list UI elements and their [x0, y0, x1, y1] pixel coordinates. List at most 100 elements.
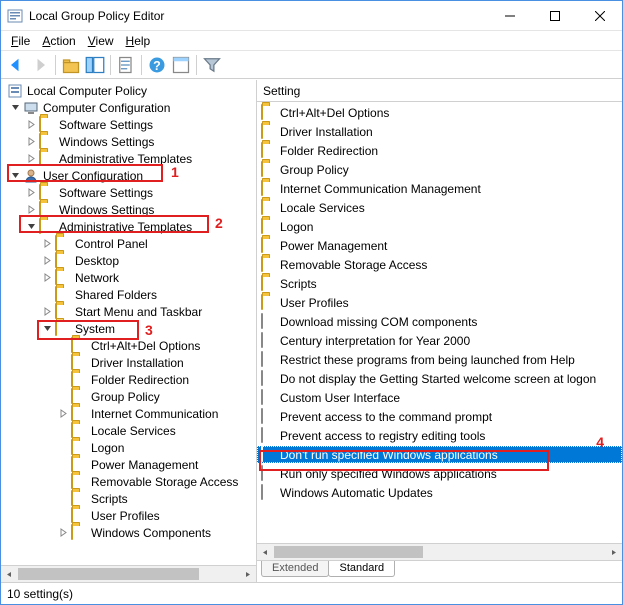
- list-item[interactable]: Custom User Interface: [257, 389, 622, 406]
- chevron-right-icon[interactable]: [41, 272, 53, 284]
- policy-setting-icon: [261, 466, 277, 482]
- tree-sys-ctrlaltdel[interactable]: Ctrl+Alt+Del Options: [3, 337, 256, 354]
- minimize-button[interactable]: [487, 1, 532, 30]
- tree-sys-internet-comm[interactable]: Internet Communication: [3, 405, 256, 422]
- tree-system[interactable]: System: [3, 320, 256, 337]
- list-item[interactable]: Logon: [257, 218, 622, 235]
- list-item[interactable]: Century interpretation for Year 2000: [257, 332, 622, 349]
- scroll-track[interactable]: [274, 544, 605, 560]
- folder-icon: [261, 200, 277, 216]
- chevron-right-icon[interactable]: [25, 153, 37, 165]
- close-button[interactable]: [577, 1, 622, 30]
- chevron-down-icon[interactable]: [41, 323, 53, 335]
- export-list-button[interactable]: [115, 54, 137, 76]
- scroll-right-icon[interactable]: [239, 566, 256, 582]
- tree-control-panel[interactable]: Control Panel: [3, 235, 256, 252]
- list-item[interactable]: Prevent access to registry editing tools: [257, 427, 622, 444]
- tree-sys-user-profiles[interactable]: User Profiles: [3, 507, 256, 524]
- back-button[interactable]: [5, 54, 27, 76]
- list-item[interactable]: Download missing COM components: [257, 313, 622, 330]
- user-icon: [23, 168, 39, 184]
- list-item[interactable]: Internet Communication Management: [257, 180, 622, 197]
- chevron-down-icon[interactable]: [9, 170, 21, 182]
- scroll-left-icon[interactable]: [1, 566, 18, 582]
- list-item[interactable]: Power Management: [257, 237, 622, 254]
- scroll-thumb[interactable]: [18, 568, 199, 580]
- list-item[interactable]: Don't run specified Windows applications: [257, 446, 622, 463]
- chevron-down-icon[interactable]: [9, 102, 21, 114]
- list-item[interactable]: Locale Services: [257, 199, 622, 216]
- maximize-button[interactable]: [532, 1, 577, 30]
- chevron-right-icon[interactable]: [25, 187, 37, 199]
- tree-sys-group-policy[interactable]: Group Policy: [3, 388, 256, 405]
- tab-standard[interactable]: Standard: [328, 561, 395, 577]
- list-item[interactable]: Restrict these programs from being launc…: [257, 351, 622, 368]
- status-text: 10 setting(s): [7, 587, 73, 601]
- filter-button[interactable]: [201, 54, 223, 76]
- tree-horizontal-scrollbar[interactable]: [1, 565, 256, 582]
- chevron-right-icon[interactable]: [41, 238, 53, 250]
- chevron-right-icon[interactable]: [57, 408, 69, 420]
- scroll-right-icon[interactable]: [605, 544, 622, 560]
- list-item[interactable]: Do not display the Getting Started welco…: [257, 370, 622, 387]
- view-tabs: Extended Standard: [257, 560, 622, 582]
- column-header-setting: Setting: [263, 84, 300, 98]
- tree-shared-folders[interactable]: Shared Folders: [3, 286, 256, 303]
- tree-sys-folder-redir[interactable]: Folder Redirection: [3, 371, 256, 388]
- tree-label: Logon: [89, 441, 126, 455]
- settings-list[interactable]: Ctrl+Alt+Del Options Driver Installation F…: [257, 102, 622, 560]
- list-item[interactable]: Run only specified Windows applications: [257, 465, 622, 482]
- scroll-left-icon[interactable]: [257, 544, 274, 560]
- menu-view[interactable]: View: [82, 32, 120, 50]
- list-item[interactable]: Group Policy: [257, 161, 622, 178]
- help-button[interactable]: ?: [146, 54, 168, 76]
- scroll-thumb[interactable]: [274, 546, 423, 558]
- list-item[interactable]: User Profiles: [257, 294, 622, 311]
- navigation-tree[interactable]: Local Computer Policy Computer Configura…: [3, 82, 256, 582]
- show-hide-tree-button[interactable]: [84, 54, 106, 76]
- menu-file[interactable]: File: [5, 32, 36, 50]
- tree-start-menu[interactable]: Start Menu and Taskbar: [3, 303, 256, 320]
- folder-icon: [261, 162, 277, 178]
- chevron-down-icon[interactable]: [25, 221, 37, 233]
- scroll-track[interactable]: [18, 566, 239, 582]
- tree-sys-power[interactable]: Power Management: [3, 456, 256, 473]
- chevron-right-icon[interactable]: [25, 204, 37, 216]
- tab-extended[interactable]: Extended: [261, 561, 329, 577]
- up-button[interactable]: [60, 54, 82, 76]
- list-item[interactable]: Scripts: [257, 275, 622, 292]
- tree-sys-logon[interactable]: Logon: [3, 439, 256, 456]
- chevron-right-icon[interactable]: [57, 527, 69, 539]
- chevron-right-icon[interactable]: [25, 119, 37, 131]
- tree-root[interactable]: Local Computer Policy: [3, 82, 256, 99]
- tree-sys-driver[interactable]: Driver Installation: [3, 354, 256, 371]
- tree-label: Group Policy: [89, 390, 162, 404]
- menu-action[interactable]: Action: [36, 32, 81, 50]
- toolbar: ?: [1, 51, 622, 79]
- tree-sys-locale[interactable]: Locale Services: [3, 422, 256, 439]
- menu-help[interactable]: Help: [120, 32, 157, 50]
- tree-cc-admin[interactable]: Administrative Templates: [3, 150, 256, 167]
- tree-sys-scripts[interactable]: Scripts: [3, 490, 256, 507]
- chevron-right-icon[interactable]: [41, 255, 53, 267]
- tree-label: Folder Redirection: [89, 373, 191, 387]
- chevron-right-icon[interactable]: [25, 136, 37, 148]
- list-item-label: Prevent access to the command prompt: [280, 410, 492, 424]
- list-horizontal-scrollbar[interactable]: [257, 543, 622, 560]
- list-item[interactable]: Folder Redirection: [257, 142, 622, 159]
- properties-button[interactable]: [170, 54, 192, 76]
- forward-button[interactable]: [29, 54, 51, 76]
- chevron-right-icon[interactable]: [41, 306, 53, 318]
- tree-sys-removable[interactable]: Removable Storage Access: [3, 473, 256, 490]
- list-item[interactable]: Driver Installation: [257, 123, 622, 140]
- tree-desktop[interactable]: Desktop: [3, 252, 256, 269]
- status-bar: 10 setting(s): [1, 582, 622, 604]
- list-item[interactable]: Removable Storage Access: [257, 256, 622, 273]
- list-item[interactable]: Ctrl+Alt+Del Options: [257, 104, 622, 121]
- list-item[interactable]: Prevent access to the command prompt: [257, 408, 622, 425]
- policy-setting-icon: [261, 333, 277, 349]
- list-column-header[interactable]: Setting: [257, 80, 622, 102]
- list-item[interactable]: Windows Automatic Updates: [257, 484, 622, 501]
- tree-sys-windows-components[interactable]: Windows Components: [3, 524, 256, 541]
- tree-network[interactable]: Network: [3, 269, 256, 286]
